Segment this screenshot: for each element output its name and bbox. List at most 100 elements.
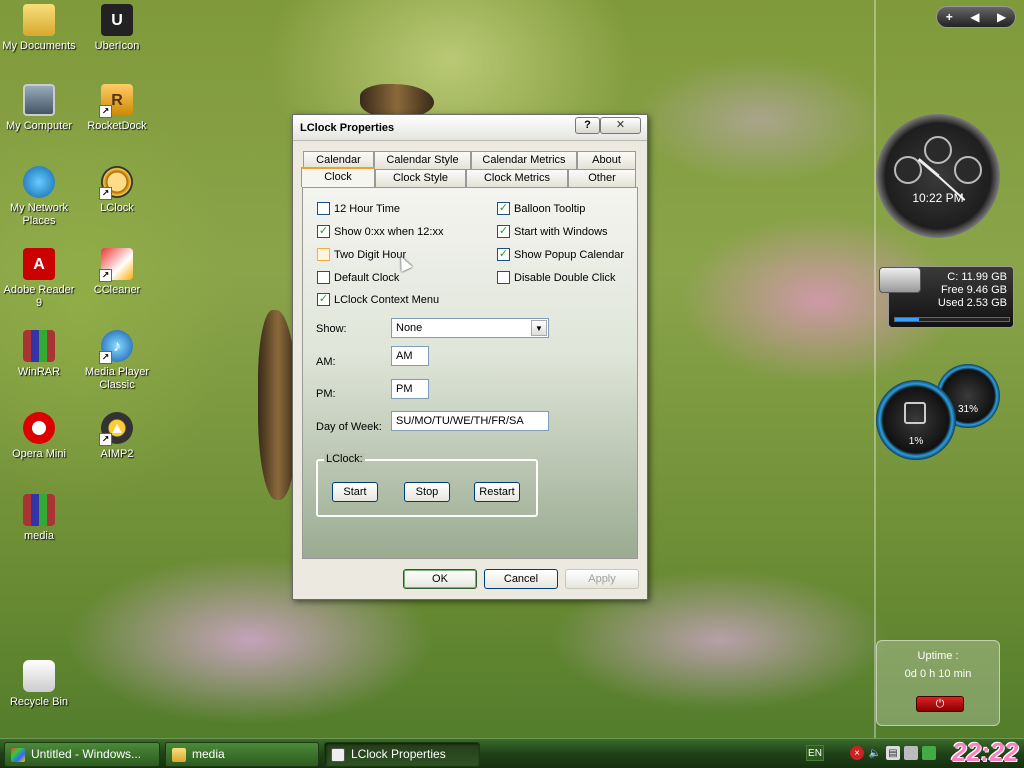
day-of-week-input[interactable]: SU/MO/TU/WE/TH/FR/SA xyxy=(391,411,549,431)
close-button[interactable]: ✕ xyxy=(600,117,641,134)
taskbar-item-lclock-properties[interactable]: LClock Properties xyxy=(324,742,480,767)
checkbox[interactable] xyxy=(497,271,510,284)
desktop-icon-label: My Computer xyxy=(5,120,73,132)
desktop-icon-label: UberIcon xyxy=(94,40,140,52)
drive-total: C: 11.99 GB xyxy=(947,271,1007,283)
uptime-value: 0d 0 h 10 min xyxy=(904,668,972,680)
clock-subdial xyxy=(924,136,952,164)
sidebar-divider xyxy=(874,0,876,738)
tab-calendar-metrics[interactable]: Calendar Metrics xyxy=(471,151,577,169)
prev-gadget-button[interactable]: ◀ xyxy=(970,10,979,24)
pm-input[interactable]: PM xyxy=(391,379,429,399)
restart-button[interactable]: Restart xyxy=(474,482,520,502)
lclock-properties-dialog: LClock Properties ? ✕ Calendar Calendar … xyxy=(292,114,648,600)
show-select[interactable]: None ▼ xyxy=(391,318,549,338)
option-12-hour-time[interactable]: 12 Hour Time xyxy=(317,202,400,215)
system-tray: × 🔈 ▤ xyxy=(850,742,950,764)
checkbox-label: Show 0:xx when 12:xx xyxy=(334,225,444,238)
option-lclock-context-menu[interactable]: ✓ LClock Context Menu xyxy=(317,293,439,306)
checkbox-label: Start with Windows xyxy=(514,225,608,238)
option-show-popup-calendar[interactable]: ✓ Show Popup Calendar xyxy=(497,248,624,261)
chevron-down-icon[interactable]: ▼ xyxy=(531,320,547,336)
desktop-icon-adobe-reader[interactable]: A Adobe Reader 9 xyxy=(0,248,78,310)
stop-button[interactable]: Stop xyxy=(404,482,450,502)
taskbar-item-untitled[interactable]: Untitled - Windows... xyxy=(4,742,160,767)
language-indicator[interactable]: EN xyxy=(806,745,824,761)
option-start-with-windows[interactable]: ✓ Start with Windows xyxy=(497,225,608,238)
tab-other[interactable]: Other xyxy=(568,169,636,187)
groupbox-label: LClock: xyxy=(324,453,365,465)
uptime-label: Uptime : xyxy=(917,650,959,662)
clock-tab-panel: 12 Hour Time ✓ Show 0:xx when 12:xx Two D… xyxy=(302,187,638,559)
folder-icon xyxy=(23,4,55,36)
desktop-icon-ccleaner[interactable]: CCleaner xyxy=(78,248,156,297)
cpu-meter-gadget[interactable]: 1% xyxy=(876,380,956,460)
taskbar-item-media[interactable]: media xyxy=(165,742,319,767)
aimp-icon: ▲ xyxy=(99,412,133,446)
checkbox[interactable] xyxy=(317,248,330,261)
checkbox-label: Default Clock xyxy=(334,271,400,284)
checkbox-label: 12 Hour Time xyxy=(334,202,401,215)
volume-icon[interactable]: 🔈 xyxy=(868,746,882,760)
dialog-titlebar[interactable]: LClock Properties ? ✕ xyxy=(293,115,647,141)
desktop-icon-rocketdock[interactable]: R RocketDock xyxy=(78,84,156,133)
apply-button[interactable]: Apply xyxy=(565,569,639,589)
power-button[interactable]: ⏻ xyxy=(916,696,964,712)
add-gadget-button[interactable]: + xyxy=(946,10,953,24)
media-player-icon: ♪ xyxy=(99,330,133,364)
checkbox-label: Balloon Tooltip xyxy=(514,202,586,215)
hard-drive-icon xyxy=(879,267,921,293)
checkbox[interactable] xyxy=(317,202,330,215)
drive-usage-fill xyxy=(895,318,919,321)
desktop-icon-media-player-classic[interactable]: ♪ Media Player Classic xyxy=(78,330,156,392)
tab-about[interactable]: About xyxy=(577,151,636,169)
monitor-icon[interactable] xyxy=(904,746,918,760)
help-button[interactable]: ? xyxy=(575,117,600,134)
desktop-icon-ubericon[interactable]: U UberIcon xyxy=(78,4,156,53)
checkbox-label: LClock Context Menu xyxy=(334,293,440,306)
ok-button[interactable]: OK xyxy=(403,569,477,589)
desktop-icon-my-network-places[interactable]: My Network Places xyxy=(0,166,78,228)
desktop-icon-winrar[interactable]: WinRAR xyxy=(0,330,78,379)
option-balloon-tooltip[interactable]: ✓ Balloon Tooltip xyxy=(497,202,585,215)
drive-gadget[interactable]: C: 11.99 GB Free 9.46 GB Used 2.53 GB xyxy=(879,266,1014,328)
tab-calendar-style[interactable]: Calendar Style xyxy=(374,151,471,169)
cancel-button[interactable]: Cancel xyxy=(484,569,558,589)
desktop-icon-label: media xyxy=(24,530,54,542)
desktop-icon-label: Recycle Bin xyxy=(9,696,69,708)
start-button[interactable]: Start xyxy=(332,482,378,502)
uptime-gadget[interactable]: Uptime : 0d 0 h 10 min ⏻ xyxy=(876,640,1000,726)
checkbox[interactable]: ✓ xyxy=(497,248,510,261)
next-gadget-button[interactable]: ▶ xyxy=(997,10,1006,24)
desktop-icon-recycle-bin[interactable]: Recycle Bin xyxy=(0,660,78,709)
desktop-icon-my-documents[interactable]: My Documents xyxy=(0,4,78,53)
checkbox[interactable]: ✓ xyxy=(317,225,330,238)
tray-app-icon[interactable] xyxy=(922,746,936,760)
taskbar-item-label: LClock Properties xyxy=(351,747,446,761)
tab-clock-style[interactable]: Clock Style xyxy=(375,169,466,187)
checkbox[interactable] xyxy=(317,271,330,284)
cpu-icon xyxy=(904,402,926,424)
desktop-icon-my-computer[interactable]: My Computer xyxy=(0,84,78,133)
option-default-clock[interactable]: Default Clock xyxy=(317,271,399,284)
folder-icon xyxy=(172,748,186,762)
desktop-icon-media[interactable]: media xyxy=(0,494,78,543)
network-icon[interactable]: ▤ xyxy=(886,746,900,760)
desktop-icon-opera-mini[interactable]: Opera Mini xyxy=(0,412,78,461)
desktop-icon-aimp2[interactable]: ▲ AIMP2 xyxy=(78,412,156,461)
analog-clock-gadget[interactable]: 10:22 PM xyxy=(876,114,1000,238)
tab-clock[interactable]: Clock xyxy=(301,167,375,187)
am-input[interactable]: AM xyxy=(391,346,429,366)
checkbox-label: Disable Double Click xyxy=(514,271,616,284)
option-show-0xx[interactable]: ✓ Show 0:xx when 12:xx xyxy=(317,225,443,238)
option-two-digit-hour[interactable]: Two Digit Hour xyxy=(317,248,406,261)
checkbox[interactable]: ✓ xyxy=(497,225,510,238)
checkbox[interactable]: ✓ xyxy=(497,202,510,215)
tab-clock-metrics[interactable]: Clock Metrics xyxy=(466,169,568,187)
option-disable-double-click[interactable]: Disable Double Click xyxy=(497,271,616,284)
security-shield-icon[interactable]: × xyxy=(850,746,864,760)
desktop-icon-lclock[interactable]: LClock xyxy=(78,166,156,215)
globe-icon xyxy=(23,166,55,198)
checkbox[interactable]: ✓ xyxy=(317,293,330,306)
taskbar-clock[interactable]: 22:22 xyxy=(952,736,1022,768)
